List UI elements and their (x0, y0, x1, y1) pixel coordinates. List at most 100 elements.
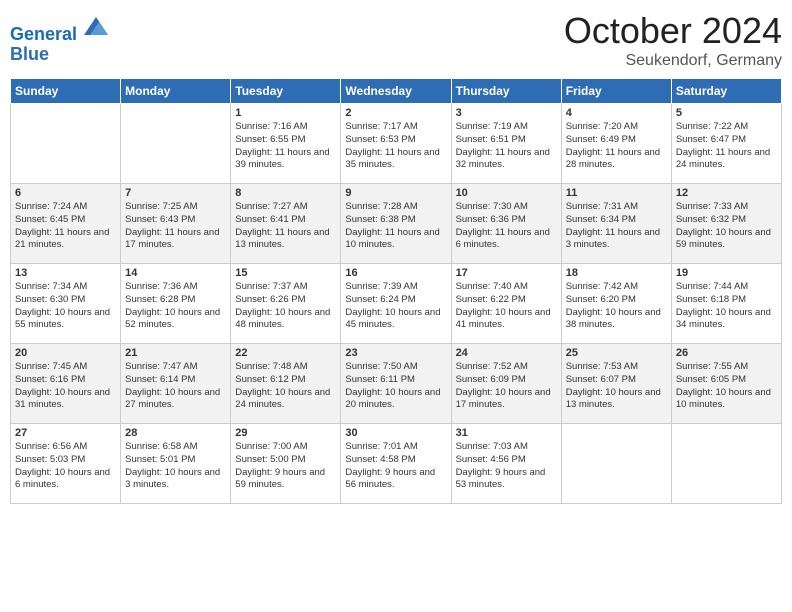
calendar-week-row: 27 Sunrise: 6:56 AMSunset: 5:03 PMDayligh… (11, 424, 782, 504)
calendar-day-cell: 9 Sunrise: 7:28 AMSunset: 6:38 PMDaylight… (341, 184, 451, 264)
day-content: Sunrise: 7:31 AMSunset: 6:34 PMDaylight:… (566, 201, 667, 252)
calendar-day-cell: 18Sunrise: 7:42 AMSunset: 6:20 PMDayligh… (561, 264, 671, 344)
day-content: Sunrise: 7:30 AMSunset: 6:36 PMDaylight:… (456, 201, 557, 252)
day-content: Sunrise: 7:17 AMSunset: 6:53 PMDaylight:… (345, 121, 446, 172)
day-number: 26 (676, 347, 777, 359)
calendar-day-cell: 11 Sunrise: 7:31 AMSunset: 6:34 PMDayligh… (561, 184, 671, 264)
day-number: 7 (125, 187, 226, 199)
calendar-day-cell: 23 Sunrise: 7:50 AMSunset: 6:11 PMDayligh… (341, 344, 451, 424)
day-number: 24 (456, 347, 557, 359)
day-content: Sunrise: 7:37 AMSunset: 6:26 PMDaylight:… (235, 281, 336, 332)
logo: General Blue (10, 16, 108, 65)
day-content: Sunrise: 7:19 AMSunset: 6:51 PMDaylight:… (456, 121, 557, 172)
day-content: Sunrise: 7:00 AMSunset: 5:00 PMDaylight:… (235, 441, 336, 492)
location-title: Seukendorf, Germany (564, 52, 782, 70)
calendar-day-cell: 6 Sunrise: 7:24 AMSunset: 6:45 PMDaylight… (11, 184, 121, 264)
day-number: 1 (235, 107, 336, 119)
calendar-day-cell: 26 Sunrise: 7:55 AMSunset: 6:05 PMDayligh… (671, 344, 781, 424)
calendar-day-cell: 5 Sunrise: 7:22 AMSunset: 6:47 PMDaylight… (671, 104, 781, 184)
day-number: 9 (345, 187, 446, 199)
calendar-table: SundayMondayTuesdayWednesdayThursdayFrid… (10, 78, 782, 504)
day-content: Sunrise: 7:24 AMSunset: 6:45 PMDaylight:… (15, 201, 116, 252)
calendar-week-row: 6 Sunrise: 7:24 AMSunset: 6:45 PMDaylight… (11, 184, 782, 264)
calendar-day-cell (561, 424, 671, 504)
day-content: Sunrise: 7:20 AMSunset: 6:49 PMDaylight:… (566, 121, 667, 172)
calendar-day-cell: 13Sunrise: 7:34 AMSunset: 6:30 PMDayligh… (11, 264, 121, 344)
day-content: Sunrise: 7:01 AMSunset: 4:58 PMDaylight:… (345, 441, 446, 492)
day-number: 10 (456, 187, 557, 199)
day-content: Sunrise: 7:45 AMSunset: 6:16 PMDaylight:… (15, 361, 116, 412)
day-number: 20 (15, 347, 116, 359)
logo-text2: Blue (10, 45, 108, 65)
day-number: 6 (15, 187, 116, 199)
day-number: 12 (676, 187, 777, 199)
day-number: 25 (566, 347, 667, 359)
day-number: 28 (125, 427, 226, 439)
day-number: 3 (456, 107, 557, 119)
day-number: 19 (676, 267, 777, 279)
calendar-day-cell: 27 Sunrise: 6:56 AMSunset: 5:03 PMDayligh… (11, 424, 121, 504)
day-number: 5 (676, 107, 777, 119)
day-number: 11 (566, 187, 667, 199)
day-number: 4 (566, 107, 667, 119)
calendar-day-cell: 1 Sunrise: 7:16 AMSunset: 6:55 PMDaylight… (231, 104, 341, 184)
calendar-day-cell: 22Sunrise: 7:48 AMSunset: 6:12 PMDayligh… (231, 344, 341, 424)
calendar-day-cell (121, 104, 231, 184)
day-number: 15 (235, 267, 336, 279)
logo-text: General (10, 16, 108, 45)
day-number: 16 (345, 267, 446, 279)
page-header: General Blue October 2024 Seukendorf, Ge… (10, 10, 782, 70)
day-number: 14 (125, 267, 226, 279)
calendar-day-cell: 29 Sunrise: 7:00 AMSunset: 5:00 PMDayligh… (231, 424, 341, 504)
day-content: Sunrise: 7:39 AMSunset: 6:24 PMDaylight:… (345, 281, 446, 332)
calendar-day-cell: 31Sunrise: 7:03 AMSunset: 4:56 PMDayligh… (451, 424, 561, 504)
calendar-day-cell: 2 Sunrise: 7:17 AMSunset: 6:53 PMDaylight… (341, 104, 451, 184)
calendar-day-cell: 21Sunrise: 7:47 AMSunset: 6:14 PMDayligh… (121, 344, 231, 424)
calendar-day-cell: 15 Sunrise: 7:37 AMSunset: 6:26 PMDayligh… (231, 264, 341, 344)
day-content: Sunrise: 7:53 AMSunset: 6:07 PMDaylight:… (566, 361, 667, 412)
calendar-body: 1 Sunrise: 7:16 AMSunset: 6:55 PMDaylight… (11, 104, 782, 504)
day-number: 2 (345, 107, 446, 119)
calendar-week-row: 1 Sunrise: 7:16 AMSunset: 6:55 PMDaylight… (11, 104, 782, 184)
calendar-day-cell: 17 Sunrise: 7:40 AMSunset: 6:22 PMDayligh… (451, 264, 561, 344)
day-content: Sunrise: 6:58 AMSunset: 5:01 PMDaylight:… (125, 441, 226, 492)
day-content: Sunrise: 7:03 AMSunset: 4:56 PMDaylight:… (456, 441, 557, 492)
weekday-header-cell: Monday (121, 79, 231, 104)
day-content: Sunrise: 7:55 AMSunset: 6:05 PMDaylight:… (676, 361, 777, 412)
weekday-header-cell: Wednesday (341, 79, 451, 104)
weekday-header-cell: Tuesday (231, 79, 341, 104)
day-number: 30 (345, 427, 446, 439)
day-number: 27 (15, 427, 116, 439)
day-content: Sunrise: 7:25 AMSunset: 6:43 PMDaylight:… (125, 201, 226, 252)
calendar-day-cell: 8 Sunrise: 7:27 AMSunset: 6:41 PMDaylight… (231, 184, 341, 264)
calendar-day-cell: 20 Sunrise: 7:45 AMSunset: 6:16 PMDayligh… (11, 344, 121, 424)
day-content: Sunrise: 7:27 AMSunset: 6:41 PMDaylight:… (235, 201, 336, 252)
day-number: 8 (235, 187, 336, 199)
weekday-header-cell: Thursday (451, 79, 561, 104)
day-content: Sunrise: 7:44 AMSunset: 6:18 PMDaylight:… (676, 281, 777, 332)
calendar-day-cell: 30 Sunrise: 7:01 AMSunset: 4:58 PMDayligh… (341, 424, 451, 504)
day-content: Sunrise: 7:34 AMSunset: 6:30 PMDaylight:… (15, 281, 116, 332)
calendar-day-cell: 4 Sunrise: 7:20 AMSunset: 6:49 PMDaylight… (561, 104, 671, 184)
calendar-day-cell (671, 424, 781, 504)
logo-icon (84, 14, 108, 38)
day-content: Sunrise: 7:50 AMSunset: 6:11 PMDaylight:… (345, 361, 446, 412)
weekday-header-cell: Sunday (11, 79, 121, 104)
calendar-week-row: 13Sunrise: 7:34 AMSunset: 6:30 PMDayligh… (11, 264, 782, 344)
day-content: Sunrise: 7:47 AMSunset: 6:14 PMDaylight:… (125, 361, 226, 412)
title-block: October 2024 Seukendorf, Germany (564, 10, 782, 70)
day-content: Sunrise: 7:40 AMSunset: 6:22 PMDaylight:… (456, 281, 557, 332)
calendar-day-cell: 16 Sunrise: 7:39 AMSunset: 6:24 PMDayligh… (341, 264, 451, 344)
day-content: Sunrise: 7:22 AMSunset: 6:47 PMDaylight:… (676, 121, 777, 172)
calendar-day-cell: 28 Sunrise: 6:58 AMSunset: 5:01 PMDayligh… (121, 424, 231, 504)
calendar-day-cell: 10 Sunrise: 7:30 AMSunset: 6:36 PMDayligh… (451, 184, 561, 264)
day-number: 22 (235, 347, 336, 359)
day-number: 29 (235, 427, 336, 439)
day-number: 23 (345, 347, 446, 359)
day-number: 17 (456, 267, 557, 279)
day-content: Sunrise: 6:56 AMSunset: 5:03 PMDaylight:… (15, 441, 116, 492)
day-content: Sunrise: 7:16 AMSunset: 6:55 PMDaylight:… (235, 121, 336, 172)
month-title: October 2024 (564, 10, 782, 52)
day-content: Sunrise: 7:28 AMSunset: 6:38 PMDaylight:… (345, 201, 446, 252)
weekday-header-cell: Saturday (671, 79, 781, 104)
